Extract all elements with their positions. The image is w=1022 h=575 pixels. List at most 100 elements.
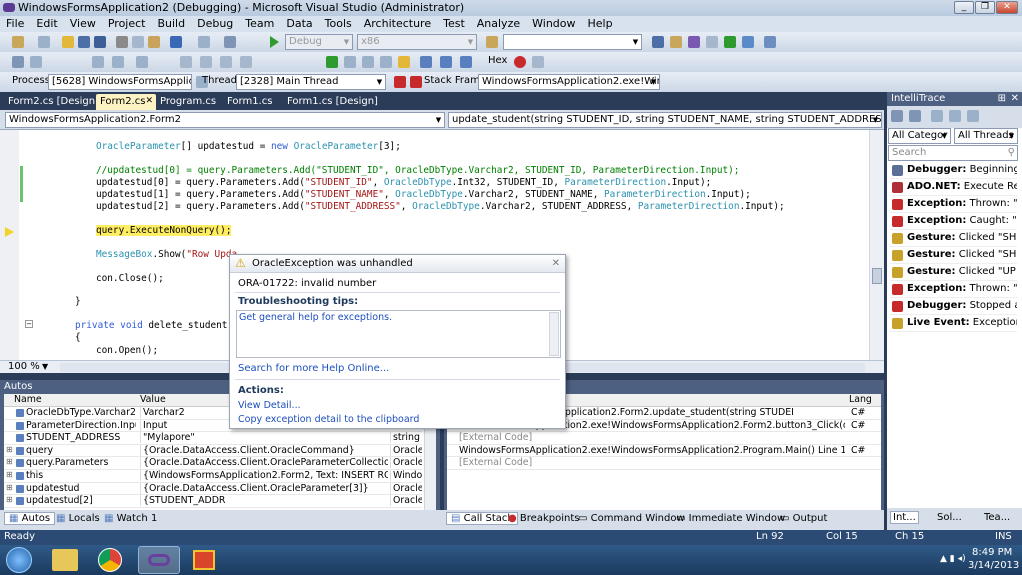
expand-icon[interactable]: ⊞: [6, 457, 13, 466]
platform-combo[interactable]: x86 ▼: [357, 34, 477, 50]
pin-icon[interactable]: ⊞: [998, 92, 1006, 105]
menu-data[interactable]: Data: [280, 16, 318, 30]
tab-autos[interactable]: ▦ Autos: [4, 512, 56, 525]
cut-icon[interactable]: [116, 36, 128, 48]
solution-explorer-icon[interactable]: [652, 36, 664, 48]
expand-icon[interactable]: ⊞: [6, 445, 13, 454]
intellitrace-event[interactable]: Debugger: Beginning: [890, 162, 1017, 179]
start-page-icon[interactable]: [764, 36, 776, 48]
step-over-icon[interactable]: [440, 56, 452, 68]
intellitrace-event[interactable]: Debugger: Stopped a: [890, 298, 1017, 315]
flag-icon[interactable]: [394, 76, 406, 88]
explorer-taskbar-icon[interactable]: [52, 549, 78, 571]
intellitrace-event[interactable]: Exception: Caught: "I: [890, 213, 1017, 230]
clear-bookmarks-icon[interactable]: [240, 56, 252, 68]
clock-date[interactable]: 3/14/2013: [968, 560, 1019, 571]
search-help-online-link[interactable]: Search for more Help Online...: [238, 363, 389, 374]
zoom-dropdown-icon[interactable]: ▼: [42, 362, 48, 371]
intellitrace-event[interactable]: Exception: Thrown: ": [890, 281, 1017, 298]
breakpoints-icon[interactable]: [514, 56, 526, 68]
menu-window[interactable]: Window: [526, 16, 581, 30]
break-all-icon[interactable]: [344, 56, 356, 68]
step-out-icon[interactable]: [460, 56, 472, 68]
object-browser-icon[interactable]: [688, 36, 700, 48]
variable-value[interactable]: {Oracle.DataAccess.Client.OracleParamete…: [140, 482, 388, 494]
minimize-button[interactable]: _: [954, 1, 974, 14]
menu-test[interactable]: Test: [437, 16, 471, 30]
menu-edit[interactable]: Edit: [30, 16, 63, 30]
tips-scrollbar[interactable]: [549, 312, 559, 356]
flag-thread-icon[interactable]: [410, 76, 422, 88]
close-pane-icon[interactable]: ✕: [1011, 92, 1019, 105]
editor-gutter[interactable]: [0, 130, 19, 360]
copy-icon[interactable]: [132, 36, 144, 48]
expand-icon[interactable]: ⊞: [6, 495, 13, 504]
thread-filter[interactable]: All Threads ▼: [954, 128, 1018, 144]
save-icon[interactable]: [78, 36, 90, 48]
menu-file[interactable]: File: [0, 16, 30, 30]
tab-output[interactable]: ▭ Output: [780, 513, 827, 524]
type-combo[interactable]: WindowsFormsApplication2.Form2 ▼: [5, 112, 445, 128]
continue-icon[interactable]: [326, 56, 338, 68]
open-file-icon[interactable]: [62, 36, 74, 48]
office-taskbar-icon[interactable]: [193, 550, 215, 570]
tab-watch1[interactable]: ▦ Watch 1: [104, 513, 157, 524]
menu-debug[interactable]: Debug: [191, 16, 239, 30]
tab-command-window[interactable]: ▭ Command Window: [578, 513, 685, 524]
close-button[interactable]: ✕: [996, 1, 1018, 14]
menu-view[interactable]: View: [64, 16, 102, 30]
menu-tools[interactable]: Tools: [319, 16, 358, 30]
properties-icon[interactable]: [670, 36, 682, 48]
variable-value[interactable]: {STUDENT_ADDR: [140, 495, 388, 507]
intellitrace-event[interactable]: Gesture: Clicked "SH: [890, 247, 1017, 264]
call-stack-row[interactable]: WindowsFormsApplication2.exe!WindowsForm…: [447, 445, 881, 458]
autos-row[interactable]: ⊞ query.Parameters {Oracle.DataAccess.Clie…: [4, 457, 422, 470]
menu-team[interactable]: Team: [239, 16, 280, 30]
view-detail-link[interactable]: View Detail...: [238, 400, 301, 411]
paste-icon[interactable]: [148, 36, 160, 48]
next-bookmark-icon[interactable]: [200, 56, 212, 68]
intellitrace-event[interactable]: Gesture: Clicked "UP: [890, 264, 1017, 281]
align-icon[interactable]: [30, 56, 42, 68]
start-button-icon[interactable]: [6, 547, 32, 573]
menu-help[interactable]: Help: [582, 16, 619, 30]
autos-row[interactable]: ⊞ query {Oracle.DataAccess.Client.OracleCo…: [4, 444, 422, 458]
process-combo[interactable]: [5628] WindowsFormsApplication.: [48, 74, 192, 90]
column-header-name[interactable]: Name: [14, 394, 42, 405]
variable-value[interactable]: "Mylapore": [140, 432, 388, 444]
trace-icon-1[interactable]: [891, 110, 903, 122]
tab-team-explorer[interactable]: Tea...: [984, 512, 1010, 523]
toolbox-icon[interactable]: [706, 36, 718, 48]
editor-vertical-scrollbar[interactable]: [869, 130, 884, 360]
general-help-link[interactable]: Get general help for exceptions.: [239, 312, 392, 323]
tab-form1-cs[interactable]: Form1.cs: [223, 94, 276, 110]
clock-time[interactable]: 8:49 PM: [972, 547, 1012, 558]
column-header-lang[interactable]: Lang: [849, 394, 872, 405]
tab-form2-design[interactable]: Form2.cs [Design]: [4, 94, 103, 110]
indent-icon[interactable]: [92, 56, 104, 68]
intellitrace-event[interactable]: Gesture: Clicked "SH: [890, 230, 1017, 247]
chrome-taskbar-icon[interactable]: [98, 548, 122, 572]
trace-icon-5[interactable]: [967, 110, 979, 122]
collapse-toggle-icon[interactable]: −: [25, 320, 33, 328]
tray-icons[interactable]: ▲ ▮ ◂): [940, 554, 970, 566]
maximize-button[interactable]: ❐: [975, 1, 995, 14]
variable-value[interactable]: {Oracle.DataAccess.Client.OracleParamete…: [140, 457, 388, 469]
tab-breakpoints[interactable]: ● Breakpoints: [508, 513, 579, 524]
autos-row[interactable]: ⊞ this {WindowsFormsApplication2.Form2, Te…: [4, 470, 422, 483]
category-filter[interactable]: All Categor ▼: [888, 128, 951, 144]
find-combo[interactable]: ▼: [503, 34, 642, 50]
close-icon[interactable]: ✕: [552, 255, 560, 272]
intellitrace-event[interactable]: Exception: Thrown: ": [890, 196, 1017, 213]
autos-row[interactable]: STUDENT_ADDRESS "Mylapore" string: [4, 432, 422, 445]
variable-value[interactable]: {WindowsFormsApplication2.Form2, Text: I…: [140, 470, 388, 481]
intellitrace-event[interactable]: Live Event: Exception: [890, 315, 1017, 332]
intellitrace-search-input[interactable]: Search ⚲: [888, 145, 1018, 161]
tab-immediate-window[interactable]: ▭ Immediate Window: [676, 513, 785, 524]
stop-debugging-icon[interactable]: [362, 56, 374, 68]
team-explorer-icon[interactable]: [742, 36, 754, 48]
tab-form2-cs[interactable]: Form2.cs ✕: [96, 94, 156, 110]
menu-architecture[interactable]: Architecture: [358, 16, 437, 30]
comment-icon[interactable]: [136, 56, 148, 68]
find-in-files-icon[interactable]: [486, 36, 498, 48]
